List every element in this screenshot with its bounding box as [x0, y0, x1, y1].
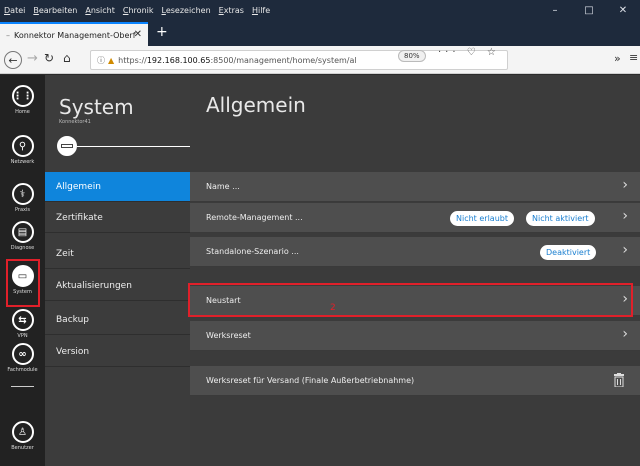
annotation-box-neustart: [188, 283, 633, 317]
close-window-button[interactable]: ✕: [606, 0, 640, 20]
back-icon[interactable]: ←: [4, 51, 22, 69]
panel-subtitle: Konnektor41: [59, 119, 91, 125]
status-badge-deaktiviert: Deaktiviert: [540, 245, 597, 260]
main-content: Allgemein Name ... › Remote-Management .…: [190, 75, 640, 466]
system-menu-panel: System Konnektor41 Allgemein Zertifikate…: [45, 75, 190, 466]
sidebar-item-label: Home: [15, 109, 30, 115]
clipboard-icon: ▤: [11, 221, 34, 243]
sidebar-item-praxis[interactable]: ⚕ Praxis: [0, 183, 45, 213]
zoom-level[interactable]: 80%: [398, 50, 426, 62]
sidebar-item-diagnose[interactable]: ▤ Diagnose: [0, 221, 45, 251]
menu-lesezeichen[interactable]: Lesezeichen: [162, 6, 211, 15]
sidebar-item-label: Praxis: [15, 207, 30, 213]
panel-title: System: [59, 95, 134, 119]
menu-bearbeiten[interactable]: Bearbeiten: [33, 6, 77, 15]
menu-chronik[interactable]: Chronik: [123, 6, 154, 15]
forward-icon[interactable]: →: [27, 51, 38, 66]
annotation-number-2: 2: [330, 303, 336, 313]
row-label: Werksreset für Versand (Finale Außerbetr…: [206, 376, 415, 385]
tab-close-icon[interactable]: ✕: [134, 29, 142, 40]
connector-icon[interactable]: [57, 136, 77, 156]
minimize-button[interactable]: –: [538, 0, 572, 20]
chevron-right-icon: ›: [622, 177, 628, 193]
sidebar-item-label: Fachmodule: [7, 367, 38, 373]
status-badge-nicht-aktiviert: Nicht aktiviert: [526, 211, 595, 226]
row-remote-management[interactable]: Remote-Management ... Nicht erlaubt Nich…: [190, 203, 640, 233]
chevron-right-icon: ›: [622, 242, 628, 258]
network-icon: ⚲: [11, 135, 34, 157]
tab-title: Konnektor Management-Oberf: [14, 30, 136, 40]
trash-icon[interactable]: [614, 373, 624, 387]
hamburger-menu-icon[interactable]: ≡: [629, 51, 638, 64]
browser-tab[interactable]: – Konnektor Management-Oberf ✕: [0, 22, 148, 46]
row-name[interactable]: Name ... ›: [190, 172, 640, 202]
url-path: :8500/management/home/system/al: [210, 55, 357, 65]
row-label: Standalone-Szenario ...: [206, 247, 299, 256]
row-label: Remote-Management ...: [206, 213, 303, 222]
sidebar-item-label: Diagnose: [10, 245, 35, 251]
grid-icon: ⋮⋮: [11, 85, 34, 107]
menu-item-aktualisierungen[interactable]: Aktualisierungen: [45, 271, 190, 301]
sidebar-item-home[interactable]: ⋮⋮ Home: [0, 85, 45, 115]
home-icon[interactable]: ⌂: [63, 51, 71, 65]
navigation-bar: ← → ↻ ⌂ ⓘ ▲ https://192.168.100.65:8500/…: [0, 46, 640, 74]
menu-item-zeit[interactable]: Zeit: [45, 239, 190, 269]
page-actions-icon[interactable]: ··· ♡ ☆: [438, 47, 500, 58]
info-icon[interactable]: ⓘ: [97, 55, 105, 66]
sidebar-item-label: VPN: [17, 333, 28, 339]
menu-extras[interactable]: Extras: [219, 6, 244, 15]
menu-item-zertifikate[interactable]: Zertifikate: [45, 203, 190, 233]
sidebar-item-label: Benutzer: [11, 445, 34, 451]
warning-lock-icon[interactable]: ▲: [108, 56, 114, 65]
row-werksreset[interactable]: Werksreset ›: [190, 321, 640, 351]
tab-bar: – Konnektor Management-Oberf ✕ +: [0, 20, 640, 46]
maximize-button[interactable]: □: [572, 0, 606, 20]
page-title: Allgemein: [206, 93, 306, 117]
row-label: Name ...: [206, 182, 240, 191]
window-controls: – □ ✕: [538, 0, 640, 20]
menu-hilfe[interactable]: Hilfe: [252, 6, 270, 15]
row-standalone-szenario[interactable]: Standalone-Szenario ... Deaktiviert ›: [190, 237, 640, 267]
sidebar-item-vpn[interactable]: ⇆ VPN: [0, 309, 45, 339]
menu-bar: Datei Bearbeiten Ansicht Chronik Lesezei…: [0, 0, 640, 20]
sidebar-item-netzwerk[interactable]: ⚲ Netzwerk: [0, 135, 45, 165]
url-host: 192.168.100.65: [146, 55, 211, 65]
reload-icon[interactable]: ↻: [44, 51, 54, 65]
row-label: Werksreset: [206, 331, 251, 340]
overflow-icon[interactable]: »: [614, 52, 621, 65]
sidebar-divider: [11, 386, 34, 387]
modules-icon: ∞: [11, 343, 34, 365]
chevron-right-icon: ›: [622, 326, 628, 342]
user-icon: ♙: [11, 421, 34, 443]
url-prefix: https://: [118, 55, 147, 65]
menu-item-allgemein[interactable]: Allgemein: [45, 172, 190, 202]
favicon-icon: –: [6, 30, 10, 40]
sidebar-item-benutzer[interactable]: ♙ Benutzer: [0, 421, 45, 451]
new-tab-button[interactable]: +: [156, 24, 168, 40]
status-badge-nicht-erlaubt: Nicht erlaubt: [450, 211, 514, 226]
vpn-icon: ⇆: [11, 309, 34, 331]
sidebar-item-fachmodule[interactable]: ∞ Fachmodule: [0, 343, 45, 373]
caduceus-icon: ⚕: [11, 183, 34, 205]
sidebar-item-label: Netzwerk: [10, 159, 35, 165]
row-werksreset-versand[interactable]: Werksreset für Versand (Finale Außerbetr…: [190, 366, 640, 396]
chevron-right-icon: ›: [622, 208, 628, 224]
panel-divider: [77, 146, 190, 147]
annotation-box-system: [6, 259, 40, 307]
menu-item-backup[interactable]: Backup: [45, 305, 190, 335]
menu-item-version[interactable]: Version: [45, 337, 190, 367]
menu-datei[interactable]: Datei: [4, 6, 25, 15]
menu-ansicht[interactable]: Ansicht: [85, 6, 115, 15]
